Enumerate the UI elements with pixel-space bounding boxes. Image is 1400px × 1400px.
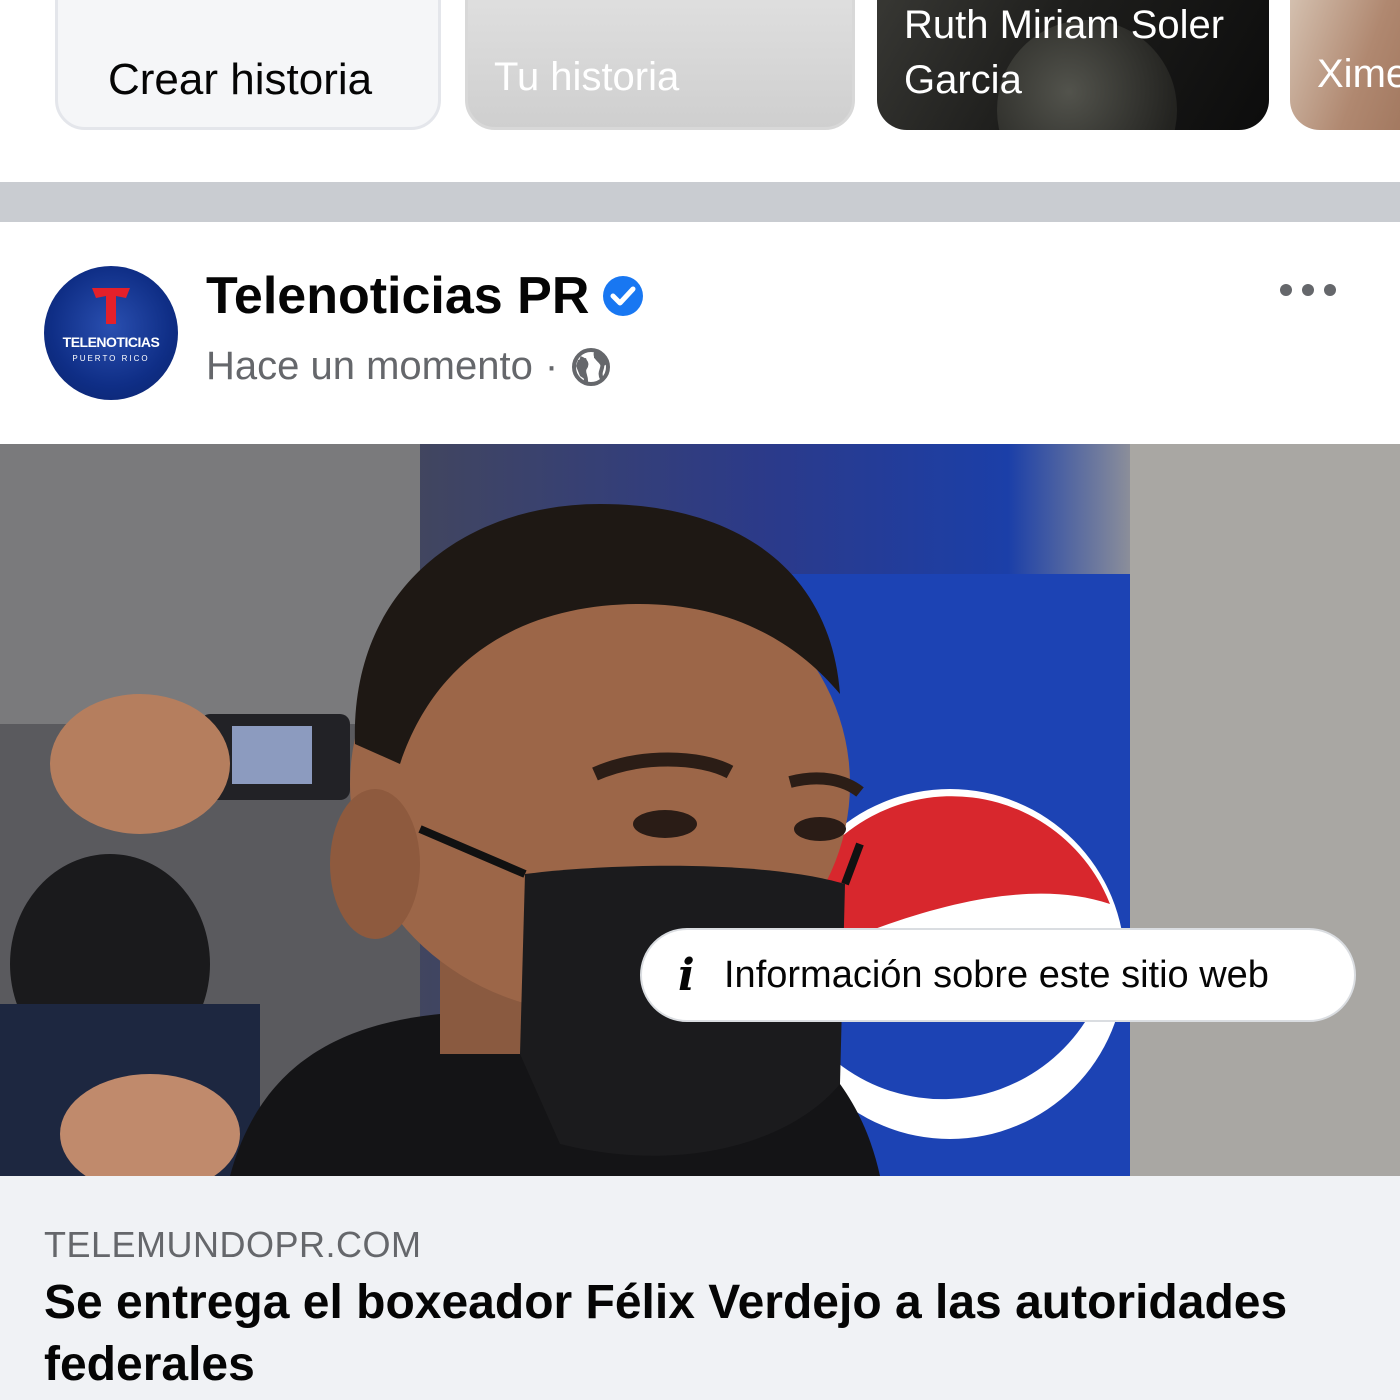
create-story-label: Crear historia — [108, 55, 373, 104]
globe-icon — [572, 347, 611, 386]
post-meta: Hace un momento · — [206, 344, 612, 389]
meta-separator: · — [544, 344, 559, 388]
your-story-label: Tu historia — [494, 55, 680, 99]
create-story-card[interactable]: Crear historia — [55, 0, 441, 130]
feed-divider — [0, 182, 1400, 222]
story-card-ruth[interactable]: Ruth Miriam Soler Garcia — [877, 0, 1269, 130]
post-header: TELENOTICIAS PUERTO RICO Telenoticias PR… — [0, 222, 1400, 444]
story-author-label: Xime — [1317, 52, 1400, 96]
post-photo — [0, 444, 1400, 1176]
link-domain: TELEMUNDOPR.COM — [44, 1224, 422, 1265]
avatar-subtext: PUERTO RICO — [72, 354, 150, 363]
stories-strip: Crear historia Tu historia Ruth Miriam S… — [0, 0, 1400, 182]
website-info-label: Información sobre este sitio web — [724, 953, 1269, 996]
page-name[interactable]: Telenoticias PR — [206, 266, 589, 326]
avatar-text: TELENOTICIAS — [62, 334, 160, 350]
verified-badge-icon — [603, 276, 644, 316]
telemundo-logo-icon — [92, 288, 130, 324]
page-name-row: Telenoticias PR — [206, 266, 645, 326]
info-icon: i — [678, 949, 695, 1001]
website-info-button[interactable]: i Información sobre este sitio web — [640, 928, 1356, 1022]
link-headline: Se entrega el boxeador Félix Verdejo a l… — [44, 1276, 1288, 1391]
post-timestamp[interactable]: Hace un momento — [206, 344, 533, 389]
link-preview[interactable]: TELEMUNDOPR.COM Se entrega el boxeador F… — [0, 1176, 1400, 1400]
post-image[interactable]: i Información sobre este sitio web — [0, 444, 1400, 1176]
your-story-card[interactable]: Tu historia — [465, 0, 855, 130]
story-author-label: Ruth Miriam Soler Garcia — [904, 3, 1225, 102]
more-options-icon[interactable] — [1278, 278, 1338, 302]
story-card-xime[interactable]: Xime — [1290, 0, 1400, 130]
page-avatar[interactable]: TELENOTICIAS PUERTO RICO — [44, 266, 178, 400]
